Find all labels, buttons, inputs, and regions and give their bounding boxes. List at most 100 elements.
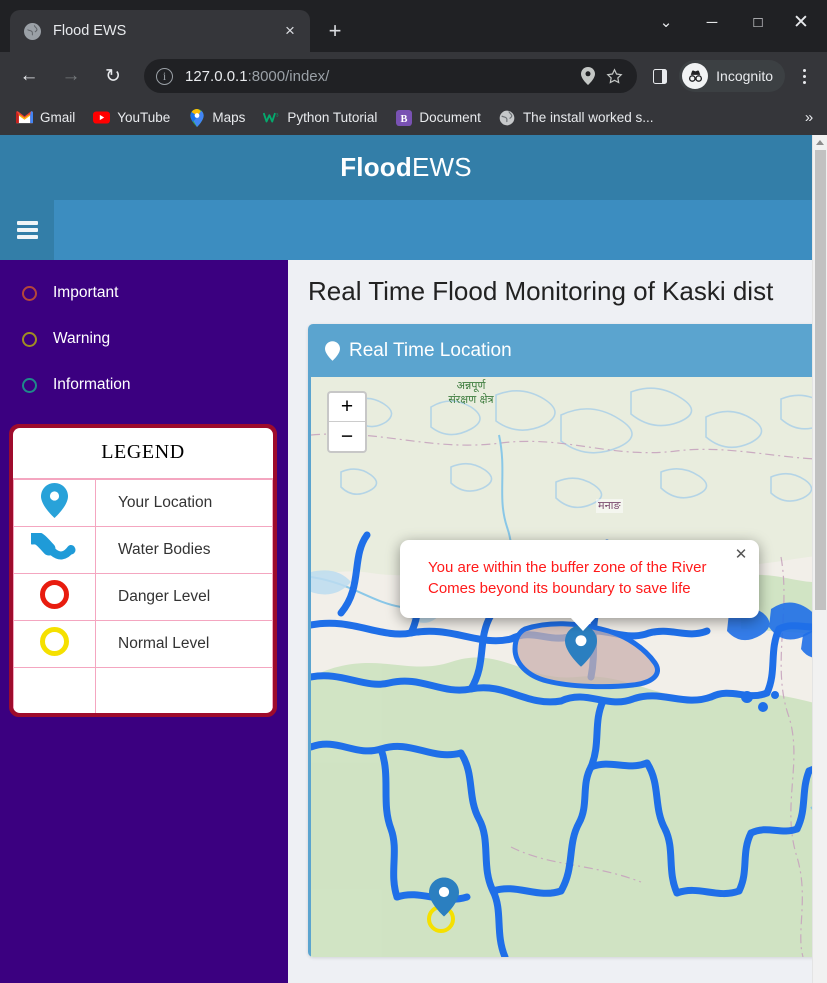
legend-label: Water Bodies <box>95 526 273 574</box>
toolbar-right-group: Incognito <box>645 60 819 92</box>
new-tab-button[interactable]: + <box>320 16 350 46</box>
map-marker-location-secondary[interactable] <box>429 877 459 922</box>
popup-line2: Comes beyond its boundary to save life <box>428 580 691 598</box>
legend-title: LEGEND <box>13 428 273 479</box>
legend-icon-cell <box>13 573 96 621</box>
side-panel-icon[interactable] <box>645 61 675 91</box>
bookmark-the-install-worked[interactable]: The install worked s... <box>491 105 662 131</box>
star-icon[interactable] <box>601 63 627 89</box>
forward-icon[interactable]: → <box>55 60 87 92</box>
legend-row-danger-level: Danger Level <box>13 573 273 621</box>
map-popup: You are within the buffer zone of the Ri… <box>400 540 759 631</box>
location-pin-icon[interactable] <box>575 63 601 89</box>
circle-icon <box>22 377 37 393</box>
svg-text:B: B <box>400 114 407 125</box>
minimize-button[interactable]: ─ <box>689 0 735 44</box>
bookmark-label: The install worked s... <box>522 110 654 125</box>
realtime-location-card: Real Time Location + − अन्नपूर्ण संरक्षण… <box>308 324 812 957</box>
google-maps-icon <box>188 108 205 127</box>
legend-box: LEGEND Your Location Water Bodies Danger… <box>13 428 273 713</box>
map-marker-location-primary[interactable] <box>565 625 597 672</box>
url-host: 127.0.0.1 <box>185 67 248 85</box>
bookmark-label: Document <box>419 110 481 125</box>
legend-label: Normal Level <box>95 620 273 668</box>
bookmark-gmail[interactable]: Gmail <box>8 105 83 131</box>
card-header: Real Time Location <box>308 324 812 377</box>
close-window-button[interactable]: ✕ <box>781 0 827 44</box>
reload-icon[interactable]: ↻ <box>97 60 129 92</box>
map-tiles <box>311 377 812 957</box>
url-text: 127.0.0.1:8000/index/ <box>185 68 575 85</box>
bookmark-label: Python Tutorial <box>287 110 378 125</box>
popup-line1: You are within the buffer zone of the Ri… <box>428 559 707 576</box>
bookmark-youtube[interactable]: YouTube <box>85 105 178 131</box>
scrollbar-thumb[interactable] <box>815 150 826 610</box>
youtube-icon <box>93 109 111 126</box>
window-controls: ⌄ ─ □ ✕ <box>643 0 827 44</box>
legend-empty-cell <box>13 667 96 713</box>
scroll-up-button[interactable] <box>813 135 827 150</box>
sidebar-item-label: Important <box>53 284 119 301</box>
kebab-menu-icon[interactable] <box>789 61 819 91</box>
hamburger-icon[interactable] <box>16 221 38 239</box>
map-pin-icon <box>325 340 340 361</box>
incognito-indicator[interactable]: Incognito <box>679 60 785 92</box>
popup-tail <box>570 616 596 631</box>
legend-icon-cell <box>13 620 96 668</box>
close-icon[interactable]: × <box>278 19 302 43</box>
globe-icon <box>499 109 516 126</box>
globe-icon <box>24 22 41 40</box>
zoom-in-button[interactable]: + <box>329 393 365 422</box>
brand-bold: Flood <box>340 152 412 182</box>
legend-row-normal-level: Normal Level <box>13 620 273 668</box>
legend-label: Your Location <box>95 479 273 527</box>
sidebar-item-warning[interactable]: Warning <box>0 316 288 362</box>
browser-toolbar: ← → ↻ i 127.0.0.1:8000/index/ Incognito <box>0 52 827 100</box>
tab-search-chevron-icon[interactable]: ⌄ <box>643 0 689 44</box>
legend-table: Your Location Water Bodies Danger Level … <box>13 479 273 713</box>
legend-row-empty <box>13 667 273 713</box>
bookmark-document[interactable]: B Document <box>387 105 489 131</box>
legend-panel: LEGEND Your Location Water Bodies Danger… <box>9 424 277 717</box>
bookmark-label: Maps <box>212 110 246 125</box>
sidebar-item-important[interactable]: Important <box>0 270 288 316</box>
main-content: Real Time Flood Monitoring of Kaski dist… <box>288 260 812 983</box>
river-icon <box>26 530 79 567</box>
bookmarks-bar: Gmail YouTube Maps 3 Python Tutorial B D… <box>0 100 827 135</box>
page-viewport: FloodEWS Important Warning Information L… <box>0 135 827 983</box>
bookmark-maps[interactable]: Maps <box>180 105 253 131</box>
brand-rest: EWS <box>411 152 472 182</box>
address-bar[interactable]: i 127.0.0.1:8000/index/ <box>144 59 638 93</box>
bookmark-label: YouTube <box>117 110 171 125</box>
zoom-out-button[interactable]: − <box>329 422 365 451</box>
incognito-spy-icon <box>682 63 709 89</box>
sidebar-item-information[interactable]: Information <box>0 362 288 408</box>
tab-title: Flood EWS <box>53 23 127 39</box>
bookmark-label: Gmail <box>40 110 76 125</box>
legend-row-your-location: Your Location <box>13 479 273 527</box>
back-icon[interactable]: ← <box>13 60 45 92</box>
browser-window: Flood EWS × + ⌄ ─ □ ✕ ← → ↻ i 127.0.0.1:… <box>0 0 827 983</box>
map-zoom-controls[interactable]: + − <box>327 391 367 453</box>
legend-empty-cell <box>95 667 273 713</box>
w3schools-icon: 3 <box>263 109 280 126</box>
ring-icon <box>40 580 69 609</box>
body-split: Important Warning Information LEGEND You… <box>0 260 812 983</box>
close-icon[interactable]: ✕ <box>732 545 750 563</box>
svg-text:3: 3 <box>276 112 279 118</box>
bookmark-python-tutorial[interactable]: 3 Python Tutorial <box>255 105 385 131</box>
maximize-button[interactable]: □ <box>735 0 781 44</box>
leaflet-map[interactable]: + − अन्नपूर्ण संरक्षण क्षेत्र मनाङ You a… <box>308 377 812 957</box>
sidebar-item-label: Warning <box>53 330 111 347</box>
page-scrollbar[interactable] <box>812 135 827 983</box>
site-header: FloodEWS <box>0 135 812 200</box>
page-title: Real Time Flood Monitoring of Kaski dist <box>308 276 774 306</box>
bookmarks-overflow-icon[interactable]: » <box>797 106 821 130</box>
legend-icon-cell <box>13 526 96 574</box>
sidebar-toggle-area <box>0 200 54 260</box>
sidebar: Important Warning Information LEGEND You… <box>0 260 288 983</box>
site-brand: FloodEWS <box>340 152 472 183</box>
browser-tab-flood-ews[interactable]: Flood EWS × <box>10 10 310 52</box>
chevron-up-icon <box>816 140 824 145</box>
site-info-icon[interactable]: i <box>156 67 173 85</box>
